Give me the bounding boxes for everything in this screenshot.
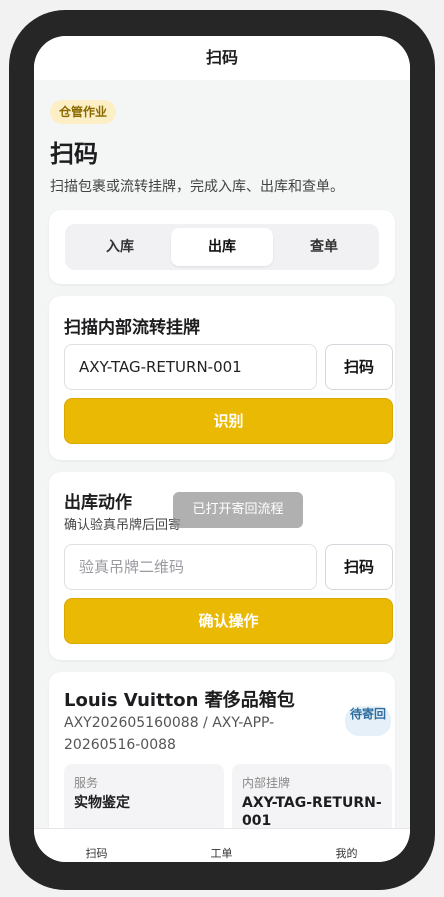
tab-lookup[interactable]: 查单	[273, 228, 375, 266]
tab-inbound[interactable]: 入库	[69, 228, 171, 266]
nav-title: 扫码	[205, 48, 238, 67]
outbound-desc: 确认验真吊牌后回寄	[64, 518, 182, 533]
tag-value: AXY-TAG-RETURN-001	[242, 795, 382, 828]
app-screen: 扫码 仓管作业 扫码 扫描包裹或流转挂牌，完成入库、出库和查单。 入库 出库 查…	[34, 36, 410, 862]
service-info: 服务 实物鉴定	[64, 764, 224, 828]
tag-label: 内部挂牌	[242, 776, 291, 790]
qr-input[interactable]	[64, 544, 317, 590]
section-tag: 仓管作业	[50, 100, 117, 124]
page-content[interactable]: 仓管作业 扫码 扫描包裹或流转挂牌，完成入库、出库和查单。 入库 出库 查单 扫…	[34, 80, 410, 828]
tabbar-item-scan[interactable]: 扫码	[34, 829, 159, 862]
tabbar-item-me[interactable]: 我的	[284, 829, 409, 862]
order-card[interactable]: Louis Vuitton 奢侈品箱包 AXY202605160088 / AX…	[49, 672, 395, 828]
status-badge: 待寄回	[345, 706, 391, 736]
order-title: Louis Vuitton 奢侈品箱包	[64, 690, 295, 711]
toast-message: 已打开寄回流程	[173, 492, 303, 528]
identify-button[interactable]: 识别	[64, 398, 393, 444]
outbound-title: 出库动作	[64, 493, 132, 513]
service-value: 实物鉴定	[74, 795, 130, 811]
tabbar-item-workorders[interactable]: 工单	[159, 829, 284, 862]
bottom-tab-bar: 扫码 工单 我的	[34, 828, 410, 862]
tab-outbound[interactable]: 出库	[171, 228, 273, 266]
tag-scan-button[interactable]: 扫码	[325, 344, 393, 390]
device-frame: 扫码 仓管作业 扫码 扫描包裹或流转挂牌，完成入库、出库和查单。 入库 出库 查…	[9, 10, 435, 890]
confirm-button[interactable]: 确认操作	[64, 598, 393, 644]
service-label: 服务	[74, 776, 99, 790]
tag-input[interactable]	[64, 344, 317, 390]
order-number: AXY202605160088 / AXY-APP-20260516-0088	[64, 715, 275, 753]
mode-segmented-control: 入库 出库 查单	[65, 224, 379, 270]
qr-scan-button[interactable]: 扫码	[325, 544, 393, 590]
tag-scan-title: 扫描内部流转挂牌	[64, 318, 200, 338]
tag-scan-card: 扫描内部流转挂牌 扫码 识别	[49, 296, 395, 460]
page-title: 扫码	[50, 140, 98, 168]
tag-info: 内部挂牌 AXY-TAG-RETURN-001	[232, 764, 392, 828]
mode-card: 入库 出库 查单	[49, 210, 395, 284]
nav-bar: 扫码	[34, 36, 410, 80]
page-subtitle: 扫描包裹或流转挂牌，完成入库、出库和查单。	[50, 179, 344, 195]
